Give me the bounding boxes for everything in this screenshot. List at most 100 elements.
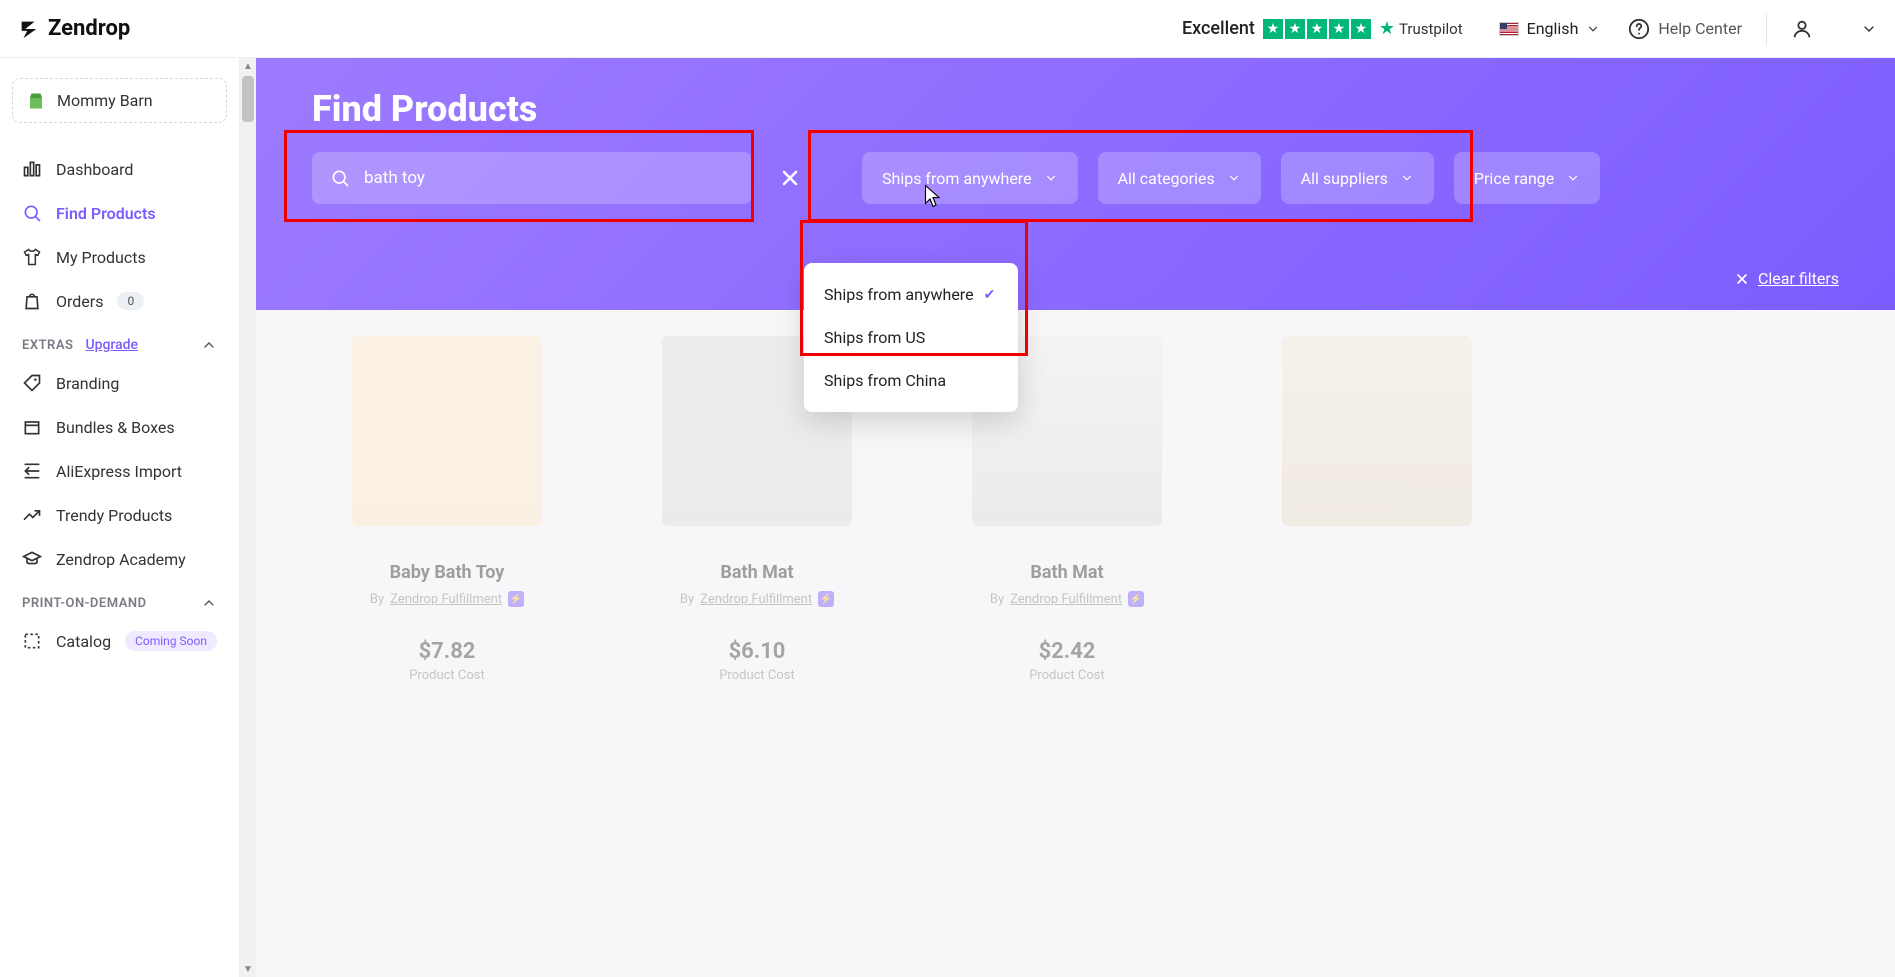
ships-from-dropdown: Ships from anywhere ✔ Ships from US Ship… <box>804 263 1018 412</box>
chevron-down-icon <box>1400 171 1414 185</box>
product-title: Bath Mat <box>720 562 793 583</box>
trending-icon <box>22 505 42 525</box>
main-content: Find Products Ships from anywhere All ca… <box>256 58 1895 977</box>
coming-soon-badge: Coming Soon <box>125 631 217 651</box>
flag-us-icon <box>1499 22 1519 36</box>
check-icon: ✔ <box>984 287 996 303</box>
filter-label: All categories <box>1118 169 1215 188</box>
ships-option-anywhere[interactable]: Ships from anywhere ✔ <box>804 273 1018 316</box>
bolt-icon: ⚡ <box>1128 591 1144 607</box>
sidebar-item-label: Branding <box>56 374 119 393</box>
brand-logo[interactable]: Zendrop <box>18 16 130 41</box>
close-icon <box>1734 271 1750 287</box>
scrollbar-thumb[interactable] <box>242 76 254 122</box>
topbar: Zendrop Excellent ★★★★★ ★ Trustpilot Eng… <box>0 0 1895 58</box>
tag-icon <box>22 373 42 393</box>
user-menu[interactable] <box>1791 18 1877 40</box>
ships-option-us[interactable]: Ships from US <box>804 316 1018 359</box>
store-selector[interactable]: Mommy Barn <box>12 78 227 123</box>
product-thumbnail <box>352 336 542 526</box>
sidebar-item-aliexpress[interactable]: AliExpress Import <box>12 449 227 493</box>
brand-mark-icon <box>18 18 40 40</box>
chevron-down-icon <box>1861 21 1877 37</box>
product-price: $6.10 <box>729 639 786 664</box>
filter-price-range[interactable]: Price range <box>1454 152 1600 204</box>
divider <box>1766 13 1767 45</box>
clear-search-button[interactable] <box>772 160 808 196</box>
help-center-label: Help Center <box>1658 19 1742 38</box>
sidebar-item-label: Zendrop Academy <box>56 550 186 569</box>
stars-icon: ★★★★★ <box>1263 19 1371 39</box>
extras-label: EXTRAS <box>22 338 73 353</box>
sidebar-item-label: Bundles & Boxes <box>56 418 175 437</box>
product-cost-label: Product Cost <box>1029 668 1105 683</box>
bolt-icon: ⚡ <box>818 591 834 607</box>
trustpilot-rating[interactable]: Excellent ★★★★★ ★ Trustpilot <box>1182 18 1463 39</box>
chevron-up-icon[interactable] <box>201 337 217 353</box>
sidebar-item-label: AliExpress Import <box>56 462 182 481</box>
product-supplier: By Zendrop Fulfillment ⚡ <box>680 591 834 607</box>
sidebar-item-my-products[interactable]: My Products <box>12 235 227 279</box>
sidebar-item-label: Find Products <box>56 204 156 223</box>
clear-filters-label: Clear filters <box>1758 269 1839 288</box>
store-icon <box>27 92 45 110</box>
extras-section-header: EXTRAS Upgrade <box>12 323 227 361</box>
dashboard-icon <box>22 159 42 179</box>
help-center-link[interactable]: Help Center <box>1628 18 1742 40</box>
language-selector[interactable]: English <box>1499 19 1601 38</box>
rating-label: Excellent <box>1182 18 1255 39</box>
sidebar-item-dashboard[interactable]: Dashboard <box>12 147 227 191</box>
sidebar-item-bundles[interactable]: Bundles & Boxes <box>12 405 227 449</box>
sidebar-item-catalog[interactable]: Catalog Coming Soon <box>12 619 227 663</box>
language-label: English <box>1527 19 1579 38</box>
brand-name: Zendrop <box>48 16 130 41</box>
filter-ships-from[interactable]: Ships from anywhere <box>862 152 1078 204</box>
sidebar-item-find-products[interactable]: Find Products <box>12 191 227 235</box>
filter-categories[interactable]: All categories <box>1098 152 1261 204</box>
search-icon <box>22 203 42 223</box>
scrollbar[interactable]: ▲ ▼ <box>240 58 256 977</box>
product-title: Baby Bath Toy <box>390 562 505 583</box>
sidebar: Mommy Barn Dashboard Find Products My Pr… <box>0 58 240 977</box>
product-card[interactable] <box>1242 336 1512 683</box>
tshirt-icon <box>22 247 42 267</box>
help-icon <box>1628 18 1650 40</box>
filter-label: Ships from anywhere <box>882 169 1032 188</box>
filter-suppliers[interactable]: All suppliers <box>1281 152 1434 204</box>
sidebar-item-label: My Products <box>56 248 146 267</box>
option-label: Ships from US <box>824 328 925 347</box>
scroll-down-icon[interactable]: ▼ <box>240 961 256 977</box>
sidebar-item-trendy[interactable]: Trendy Products <box>12 493 227 537</box>
sidebar-item-branding[interactable]: Branding <box>12 361 227 405</box>
user-icon <box>1791 18 1813 40</box>
sidebar-item-orders[interactable]: Orders 0 <box>12 279 227 323</box>
page-title: Find Products <box>312 88 1839 130</box>
chevron-down-icon <box>1566 171 1580 185</box>
academy-icon <box>22 549 42 569</box>
option-label: Ships from anywhere <box>824 285 974 304</box>
sidebar-item-label: Dashboard <box>56 160 133 179</box>
ships-option-china[interactable]: Ships from China <box>804 359 1018 402</box>
chevron-down-icon <box>1227 171 1241 185</box>
sidebar-item-label: Catalog <box>56 632 111 651</box>
store-name: Mommy Barn <box>57 91 153 110</box>
chevron-down-icon <box>1586 22 1600 36</box>
chevron-up-icon[interactable] <box>201 595 217 611</box>
search-input[interactable] <box>364 168 734 188</box>
trustpilot-label: ★ Trustpilot <box>1379 18 1463 39</box>
product-price: $7.82 <box>419 639 476 664</box>
clear-filters-button[interactable]: Clear filters <box>1734 269 1839 288</box>
chevron-down-icon <box>1044 171 1058 185</box>
product-card[interactable]: Baby Bath Toy By Zendrop Fulfillment ⚡ $… <box>312 336 582 683</box>
product-thumbnail <box>1282 336 1472 526</box>
upgrade-link[interactable]: Upgrade <box>85 337 138 353</box>
product-supplier: By Zendrop Fulfillment ⚡ <box>370 591 524 607</box>
scroll-up-icon[interactable]: ▲ <box>240 58 256 74</box>
sidebar-item-academy[interactable]: Zendrop Academy <box>12 537 227 581</box>
product-cost-label: Product Cost <box>719 668 795 683</box>
option-label: Ships from China <box>824 371 946 390</box>
sidebar-item-label: Orders <box>56 292 103 311</box>
sidebar-item-label: Trendy Products <box>56 506 172 525</box>
search-field-wrap <box>312 152 752 204</box>
product-title: Bath Mat <box>1030 562 1103 583</box>
